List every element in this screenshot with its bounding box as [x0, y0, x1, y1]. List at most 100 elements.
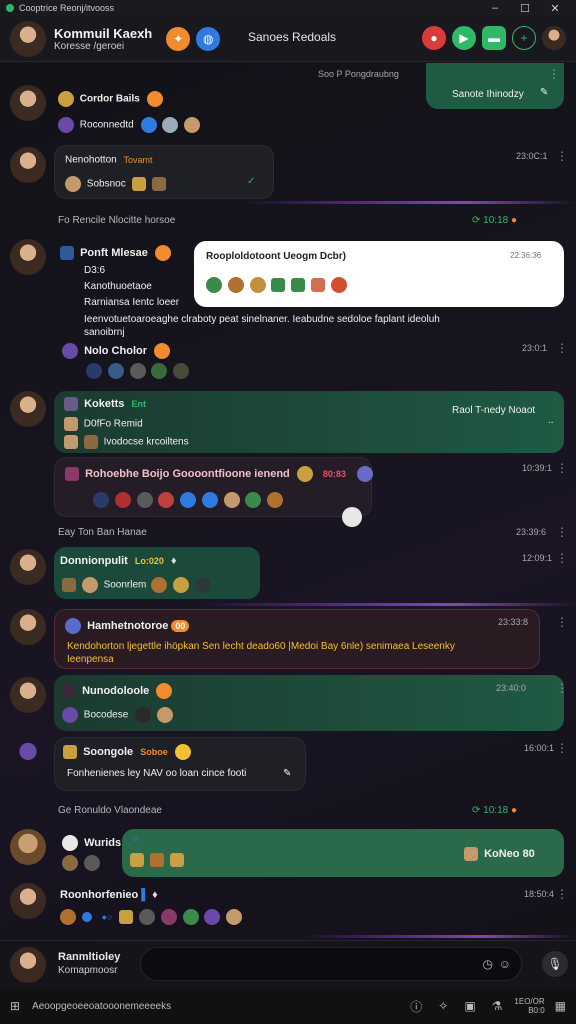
flask-icon[interactable]: ⚗	[492, 999, 503, 1013]
message-tail: Ieenpensa	[67, 654, 114, 665]
message-bubble[interactable]: Nenohotton Tovamt Sobsnoc ✓	[54, 145, 274, 199]
message-bubble[interactable]: Nunodoloole Bocodese 23:40:0	[54, 675, 564, 731]
emoji	[62, 855, 78, 871]
badge-icon[interactable]: ✦	[166, 26, 191, 51]
timestamp: 23:0C:1	[516, 151, 548, 161]
more-icon[interactable]: ⋮	[548, 67, 560, 81]
sticker-row	[62, 855, 103, 871]
avatar[interactable]	[10, 549, 46, 585]
sticker-row: KoNeo 80	[464, 847, 535, 861]
more-icon[interactable]: ⋮	[556, 461, 568, 475]
emoji	[151, 577, 168, 593]
timestamp: 12:09:1	[522, 553, 553, 563]
emoji	[139, 909, 155, 925]
profile-avatar[interactable]	[542, 26, 566, 50]
user-subtitle: Koresse /geroei	[54, 40, 125, 52]
avatar[interactable]	[10, 737, 46, 773]
page-title: Sanoes Redoals	[248, 30, 337, 44]
record-icon[interactable]: ●	[422, 26, 446, 50]
sender-row: Soongole Soboe	[63, 744, 194, 760]
sparkle-icon[interactable]: ✧	[438, 999, 448, 1013]
emoji	[81, 577, 98, 593]
sender-row: Roonhorfenieo ▌ ♦	[60, 889, 158, 901]
popup-bubble[interactable]: Rooploldotoont Ueogm Dcbr) 22:36:36	[194, 241, 564, 307]
message-text-row: Sobsnoc	[65, 176, 169, 192]
more-icon[interactable]: ⋮	[556, 615, 568, 629]
info-icon[interactable]: ⓘ	[410, 998, 422, 1015]
edit-icon[interactable]: ✎	[283, 768, 291, 779]
more-icon[interactable]: ⋮	[556, 525, 568, 539]
avatar[interactable]	[10, 85, 46, 121]
message-bubble[interactable]: Soongole Soboe Fonhenienes ley NAV oo lo…	[54, 737, 306, 791]
message-bubble[interactable]: Donnionpulit Lo:020 ♦ Soonrlem	[54, 547, 260, 599]
timestamp: 23:39:6	[516, 527, 547, 537]
maximize-icon[interactable]: ☐	[510, 2, 540, 15]
popup-title: Rooploldotoont Ueogm Dcbr)	[206, 251, 346, 262]
close-icon[interactable]: ✕	[540, 2, 570, 15]
header-actions: ● ▶ ▬ +	[422, 26, 566, 50]
emoji	[129, 363, 146, 379]
message-bubble[interactable]: Rohoebhe Boijo Goooontfioone ienend 80:8…	[54, 457, 373, 517]
sticker-row	[206, 277, 350, 293]
emoji	[330, 277, 347, 293]
mic-icon[interactable]: 🎙	[542, 951, 568, 977]
status-badge: 00	[171, 620, 190, 632]
emoji	[62, 343, 78, 359]
avatar[interactable]	[10, 947, 46, 983]
message-text: Soonrlem	[103, 579, 147, 591]
window-icon[interactable]: ⊞	[10, 999, 20, 1013]
sticker	[64, 417, 78, 431]
message-text-row: Bocodese	[62, 707, 176, 723]
message-line-row: Ivodocse krcoiltens	[64, 435, 189, 449]
more-icon[interactable]: ⋮	[556, 741, 568, 755]
message-bubble[interactable]: Sanote Ihinodzy ✎	[426, 63, 564, 109]
more-icon[interactable]: ⋮	[556, 149, 568, 163]
emoji-icon[interactable]: ☺	[499, 957, 511, 971]
message-bubble[interactable]: Koketts Ent D0fFo Remid Ivodocse krcoilt…	[54, 391, 564, 453]
sender-name: Hamhetnotoroe	[87, 619, 169, 632]
sender-row: Hamhetnotoroe 00	[65, 618, 190, 634]
video-icon[interactable]: ▶	[452, 26, 476, 50]
avatar[interactable]	[10, 147, 46, 183]
message-bubble[interactable]: Hamhetnotoroe 00 Kendohorton ljegettle i…	[54, 609, 540, 669]
message-text-row: Roconnedtd	[58, 117, 203, 133]
more-icon[interactable]: ..	[548, 415, 554, 426]
more-icon[interactable]: ⋮	[556, 887, 568, 901]
avatar[interactable]	[10, 677, 46, 713]
avatar[interactable]	[10, 829, 46, 865]
vr-icon[interactable]: ◍	[196, 26, 221, 51]
image-icon[interactable]: ▣	[464, 999, 475, 1013]
badge-icon	[154, 343, 171, 359]
minimize-icon[interactable]: –	[480, 2, 510, 14]
add-icon[interactable]: +	[512, 26, 536, 50]
reaction-icon[interactable]	[342, 507, 362, 527]
badge-icon: ●	[510, 805, 518, 816]
refresh-icon[interactable]: ⟳	[472, 215, 480, 226]
avatar[interactable]	[10, 20, 46, 57]
emoji	[81, 912, 92, 922]
message-line: Kanothuoetaoe	[84, 281, 152, 292]
chat-icon[interactable]: ▬	[482, 26, 506, 50]
more-icon[interactable]: ⋮	[556, 681, 568, 695]
more-icon[interactable]: ⋮	[556, 551, 568, 565]
refresh-icon[interactable]: ⟳	[472, 805, 480, 816]
emoji	[135, 707, 152, 723]
message-text: Bocodese	[83, 709, 129, 721]
avatar[interactable]	[10, 883, 46, 919]
emoji	[114, 492, 131, 508]
more-icon[interactable]: ⋮	[556, 341, 568, 355]
emoji	[201, 492, 218, 508]
grid-icon[interactable]: ▦	[555, 999, 566, 1013]
message-input[interactable]: ◷ ☺	[140, 947, 522, 981]
section-meta: ⟳ 10:18 ●	[472, 805, 517, 816]
edit-icon[interactable]: ✎	[540, 87, 548, 98]
emoji	[249, 277, 266, 293]
status-badge: ●○	[101, 912, 113, 922]
message-text: Fonhenienes ley NAV oo loan cince footi	[67, 768, 247, 779]
avatar[interactable]	[10, 391, 46, 427]
avatar[interactable]	[10, 239, 46, 275]
message-bubble[interactable]: ☺ KoNeo 80	[122, 829, 564, 877]
clock-icon[interactable]: ◷	[483, 957, 493, 971]
sticker	[65, 467, 79, 481]
avatar[interactable]	[10, 609, 46, 645]
